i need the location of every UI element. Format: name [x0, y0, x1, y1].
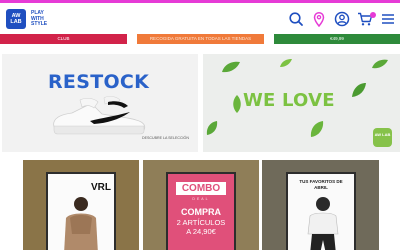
promo-strip-price[interactable]: €49,99: [274, 34, 400, 44]
search-icon[interactable]: [288, 11, 304, 27]
model-figure: [64, 197, 98, 250]
site-header: AW LAB PLAY WITH STYLE: [0, 3, 400, 33]
logo[interactable]: AW LAB: [6, 9, 26, 29]
combo-title: COMBO: [176, 182, 226, 195]
combo-subtitle: DEAL: [192, 197, 210, 201]
poster-frame: VRL: [46, 172, 116, 250]
leaf-icon: [310, 121, 324, 137]
tile-brand: VRL: [91, 182, 111, 193]
restock-cta[interactable]: DESCUBRE LA SELECCIÓN: [142, 136, 189, 140]
sneaker-image: [53, 95, 146, 135]
restock-banner[interactable]: RESTOCK DESCUBRE LA SELECCIÓN: [2, 54, 198, 152]
we-love-banner[interactable]: WE LOVE AW LAB: [203, 54, 400, 152]
product-tile-combo[interactable]: COMBO DEAL COMPRA 2 ARTÍCULOS A 24,90€: [143, 160, 259, 250]
cart-badge: [370, 12, 376, 18]
combo-line-3: A 24,90€: [186, 227, 216, 236]
leaf-icon: [233, 95, 241, 113]
we-love-headline: WE LOVE: [243, 90, 335, 111]
combo-line-2: 2 ARTÍCULOS: [176, 218, 226, 227]
favorites-title-line-1: TUS FAVORITOS DE: [299, 179, 343, 184]
leaf-icon: [222, 61, 240, 73]
poster-frame: TUS FAVORITOS DE ABRIL: [286, 172, 356, 250]
promo-strip-club[interactable]: CLUB: [0, 34, 127, 44]
leaf-icon: [280, 59, 292, 67]
product-tile-vrl[interactable]: VRL: [23, 160, 139, 250]
favorites-title: TUS FAVORITOS DE ABRIL: [288, 179, 354, 190]
product-tile-favorites[interactable]: TUS FAVORITOS DE ABRIL: [262, 160, 379, 250]
poster-frame: COMBO DEAL COMPRA 2 ARTÍCULOS A 24,90€: [166, 172, 236, 250]
favorites-title-line-2: ABRIL: [314, 184, 328, 190]
restock-headline: RESTOCK: [48, 71, 150, 93]
location-pin-icon[interactable]: [311, 11, 327, 27]
leaf-icon: [372, 59, 388, 69]
leaf-icon: [352, 83, 366, 97]
model-figure: [307, 197, 339, 250]
aw-lab-badge: AW LAB: [373, 128, 392, 147]
user-icon[interactable]: [334, 11, 350, 27]
logo-tagline: PLAY WITH STYLE: [31, 10, 48, 27]
menu-icon[interactable]: [380, 11, 396, 27]
combo-line-1: COMPRA: [181, 207, 221, 217]
promo-strip-pickup[interactable]: RECOGIDA GRATUITA EN TODAS LAS TIENDAS: [137, 34, 264, 44]
leaf-icon: [206, 121, 218, 135]
